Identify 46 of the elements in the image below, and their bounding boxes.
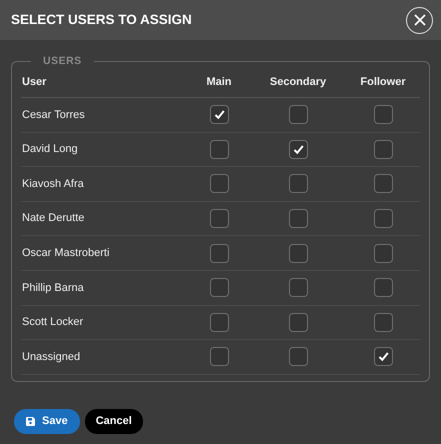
user-name: Cesar Torres [22, 108, 85, 121]
checkmark-icon [378, 351, 388, 362]
close-icon [414, 14, 426, 26]
checkbox[interactable] [288, 209, 308, 228]
section-legend: USERS [31, 56, 94, 66]
checkbox[interactable] [374, 244, 392, 263]
checkbox[interactable] [288, 278, 308, 298]
user-name: Scott Locker [22, 316, 84, 328]
checkbox[interactable] [210, 244, 228, 263]
checkbox[interactable] [288, 347, 308, 366]
checkbox[interactable] [210, 174, 228, 194]
save-icon [26, 416, 35, 426]
checkbox[interactable] [374, 174, 392, 194]
checkmark-icon [292, 144, 304, 155]
checkbox[interactable] [288, 140, 308, 159]
checkbox[interactable] [374, 140, 392, 159]
user-name: Nate Derutte [22, 212, 84, 224]
column-header: Follower [346, 66, 420, 98]
user-name: Oscar Mastroberti [22, 246, 110, 259]
checkbox[interactable] [210, 347, 228, 366]
close-button[interactable] [406, 6, 433, 34]
user-name: David Long [22, 143, 78, 156]
checkbox[interactable] [374, 209, 392, 228]
checkbox[interactable] [288, 105, 308, 124]
checkbox[interactable] [288, 174, 308, 194]
checkmark-icon [214, 109, 224, 120]
save-button[interactable]: Save [14, 409, 80, 434]
column-header: Main [188, 66, 250, 98]
checkbox[interactable] [210, 209, 228, 228]
cancel-button[interactable]: Cancel [84, 409, 143, 434]
checkbox[interactable] [210, 278, 228, 298]
checkbox[interactable] [210, 105, 228, 124]
checkbox[interactable] [374, 312, 392, 332]
user-name: Phillip Barna [22, 282, 84, 294]
checkbox[interactable] [288, 312, 308, 332]
checkbox[interactable] [210, 312, 228, 332]
checkbox[interactable] [210, 140, 228, 159]
user-name: Unassigned [22, 350, 80, 363]
user-name: Kiavosh Afra [22, 178, 84, 190]
column-header: User [21, 66, 188, 98]
checkbox[interactable] [374, 347, 392, 366]
column-header: Secondary [250, 66, 346, 98]
checkbox[interactable] [374, 278, 392, 298]
dialog-title: SELECT USERS TO ASSIGN [11, 10, 192, 29]
checkbox[interactable] [288, 244, 308, 263]
checkbox[interactable] [374, 105, 392, 124]
